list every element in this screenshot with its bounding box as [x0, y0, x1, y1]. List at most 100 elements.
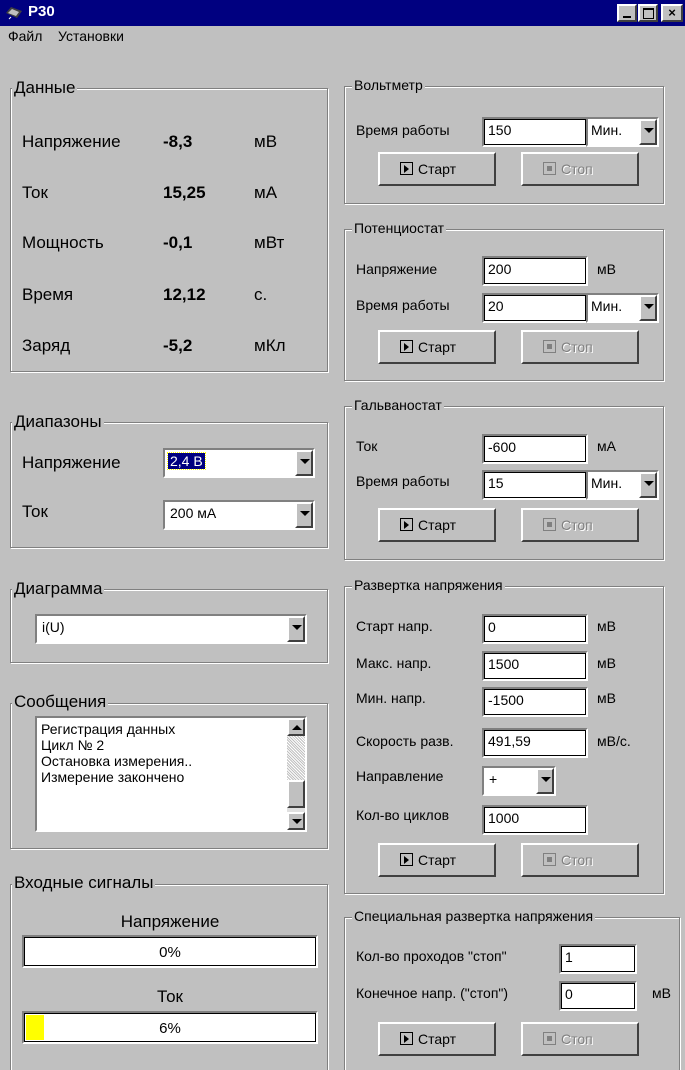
- diagram-group-title: Диаграмма: [12, 579, 105, 599]
- messages-group-title: Сообщения: [12, 692, 109, 712]
- galvanostat-start-button[interactable]: Старт: [378, 508, 496, 542]
- list-item: Остановка измерения..: [41, 753, 193, 769]
- chevron-down-icon: [300, 511, 310, 516]
- menu-settings[interactable]: Установки: [58, 28, 124, 44]
- minimize-icon: [623, 16, 631, 18]
- sweep-start-label: Старт напр.: [356, 618, 433, 634]
- list-item: Измерение закончено: [41, 769, 185, 785]
- special-passes-label: Кол-во проходов "стоп": [356, 948, 507, 964]
- stop-icon: [543, 853, 556, 866]
- ranges-voltage-dropdown-button[interactable]: [295, 450, 313, 476]
- messages-list[interactable]: Регистрация данных Цикл № 2 Остановка из…: [35, 716, 307, 832]
- voltmeter-unit-select[interactable]: Мин.: [586, 117, 659, 147]
- voltmeter-start-button[interactable]: Старт: [378, 152, 496, 186]
- chevron-up-icon: [292, 725, 302, 730]
- special-start-button[interactable]: Старт: [378, 1022, 496, 1056]
- data-value-charge: -5,2: [163, 336, 193, 355]
- chevron-down-icon: [644, 481, 654, 486]
- potentiostat-start-button[interactable]: Старт: [378, 330, 496, 364]
- ranges-voltage-select[interactable]: 2,4 В: [163, 448, 315, 478]
- play-icon: [400, 1032, 413, 1045]
- sweep-cycles-input[interactable]: 1000: [482, 805, 588, 835]
- galvanostat-unit-dropdown-button[interactable]: [639, 472, 657, 498]
- ranges-current-select[interactable]: 200 мА: [163, 500, 315, 530]
- potentiostat-unit-dropdown-button[interactable]: [639, 295, 657, 321]
- galvanostat-time-label: Время работы: [356, 473, 450, 489]
- voltmeter-unit-value: Мин.: [591, 122, 623, 138]
- diagram-dropdown-button[interactable]: [287, 616, 305, 642]
- data-unit-current: мА: [254, 183, 278, 202]
- special-stop-button[interactable]: Стоп: [521, 1022, 639, 1056]
- chevron-down-icon: [292, 819, 302, 824]
- data-label-time: Время: [22, 285, 74, 304]
- sweep-direction-dropdown-button[interactable]: [536, 768, 554, 794]
- ranges-voltage-label: Напряжение: [22, 453, 121, 472]
- ranges-voltage-value: 2,4 В: [167, 452, 206, 470]
- scroll-thumb[interactable]: [287, 780, 305, 808]
- voltmeter-unit-dropdown-button[interactable]: [639, 119, 657, 145]
- sweep-start-unit: мВ: [597, 618, 616, 634]
- data-value-current: 15,25: [163, 183, 206, 202]
- data-label-voltage: Напряжение: [22, 132, 121, 151]
- stop-icon: [543, 162, 556, 175]
- scroll-down-button[interactable]: [287, 812, 305, 830]
- inputs-group-title: Входные сигналы: [12, 873, 156, 893]
- play-icon: [400, 518, 413, 531]
- play-icon: [400, 162, 413, 175]
- potentiostat-unit-select[interactable]: Мин.: [586, 293, 659, 323]
- special-final-input[interactable]: 0: [559, 981, 637, 1011]
- data-value-time: 12,12: [163, 285, 206, 304]
- sweep-max-input[interactable]: 1500: [482, 651, 588, 681]
- sweep-min-label: Мин. напр.: [356, 690, 426, 706]
- stop-icon: [543, 1032, 556, 1045]
- diagram-select[interactable]: i(U): [35, 614, 307, 644]
- messages-scrollbar[interactable]: [287, 718, 305, 830]
- galvanostat-current-unit: мА: [597, 438, 616, 454]
- potentiostat-voltage-unit: мВ: [597, 261, 616, 277]
- data-group: [10, 88, 328, 372]
- scroll-track[interactable]: [287, 736, 305, 780]
- sweep-start-button[interactable]: Старт: [378, 843, 496, 877]
- maximize-button[interactable]: [638, 4, 658, 22]
- window-title: P30: [28, 3, 55, 20]
- sweep-min-input[interactable]: -1500: [482, 687, 588, 717]
- special-sweep-group-title: Специальная развертка напряжения: [352, 908, 596, 924]
- potentiostat-stop-button[interactable]: Стоп: [521, 330, 639, 364]
- minimize-button[interactable]: [617, 4, 637, 22]
- voltmeter-time-input[interactable]: 150: [482, 117, 588, 147]
- galvanostat-current-input[interactable]: -600: [482, 434, 588, 464]
- play-icon: [400, 340, 413, 353]
- potentiostat-time-input[interactable]: 20: [482, 293, 588, 323]
- galvanostat-unit-select[interactable]: Мин.: [586, 470, 659, 500]
- menu-file[interactable]: Файл: [8, 28, 42, 44]
- inputs-voltage-label: Напряжение: [120, 912, 220, 931]
- sweep-speed-input[interactable]: 491,59: [482, 728, 588, 758]
- voltmeter-stop-button[interactable]: Стоп: [521, 152, 639, 186]
- galvanostat-time-input[interactable]: 15: [482, 470, 588, 500]
- ranges-current-dropdown-button[interactable]: [295, 502, 313, 528]
- sweep-max-label: Макс. напр.: [356, 655, 432, 671]
- title-bar[interactable]: [0, 0, 685, 26]
- voltmeter-time-label: Время работы: [356, 122, 450, 138]
- potentiostat-unit-value: Мин.: [591, 298, 623, 314]
- data-value-voltage: -8,3: [163, 132, 193, 151]
- sweep-direction-label: Направление: [356, 768, 444, 784]
- special-final-unit: мВ: [652, 985, 671, 1001]
- data-unit-charge: мКл: [254, 336, 286, 355]
- chevron-down-icon: [292, 625, 302, 630]
- stop-icon: [543, 340, 556, 353]
- play-icon: [400, 853, 413, 866]
- sweep-start-input[interactable]: 0: [482, 614, 588, 644]
- special-passes-input[interactable]: 1: [559, 944, 637, 974]
- sweep-min-unit: мВ: [597, 690, 616, 706]
- chevron-down-icon: [644, 304, 654, 309]
- sweep-direction-value: +: [489, 771, 498, 787]
- scroll-up-button[interactable]: [287, 718, 305, 736]
- close-button[interactable]: ×: [661, 4, 683, 22]
- chevron-down-icon: [644, 128, 654, 133]
- galvanostat-stop-button[interactable]: Стоп: [521, 508, 639, 542]
- potentiostat-voltage-input[interactable]: 200: [482, 256, 588, 286]
- current-progress-bar: 6%: [22, 1011, 318, 1044]
- sweep-stop-button[interactable]: Стоп: [521, 843, 639, 877]
- sweep-direction-select[interactable]: +: [482, 766, 556, 796]
